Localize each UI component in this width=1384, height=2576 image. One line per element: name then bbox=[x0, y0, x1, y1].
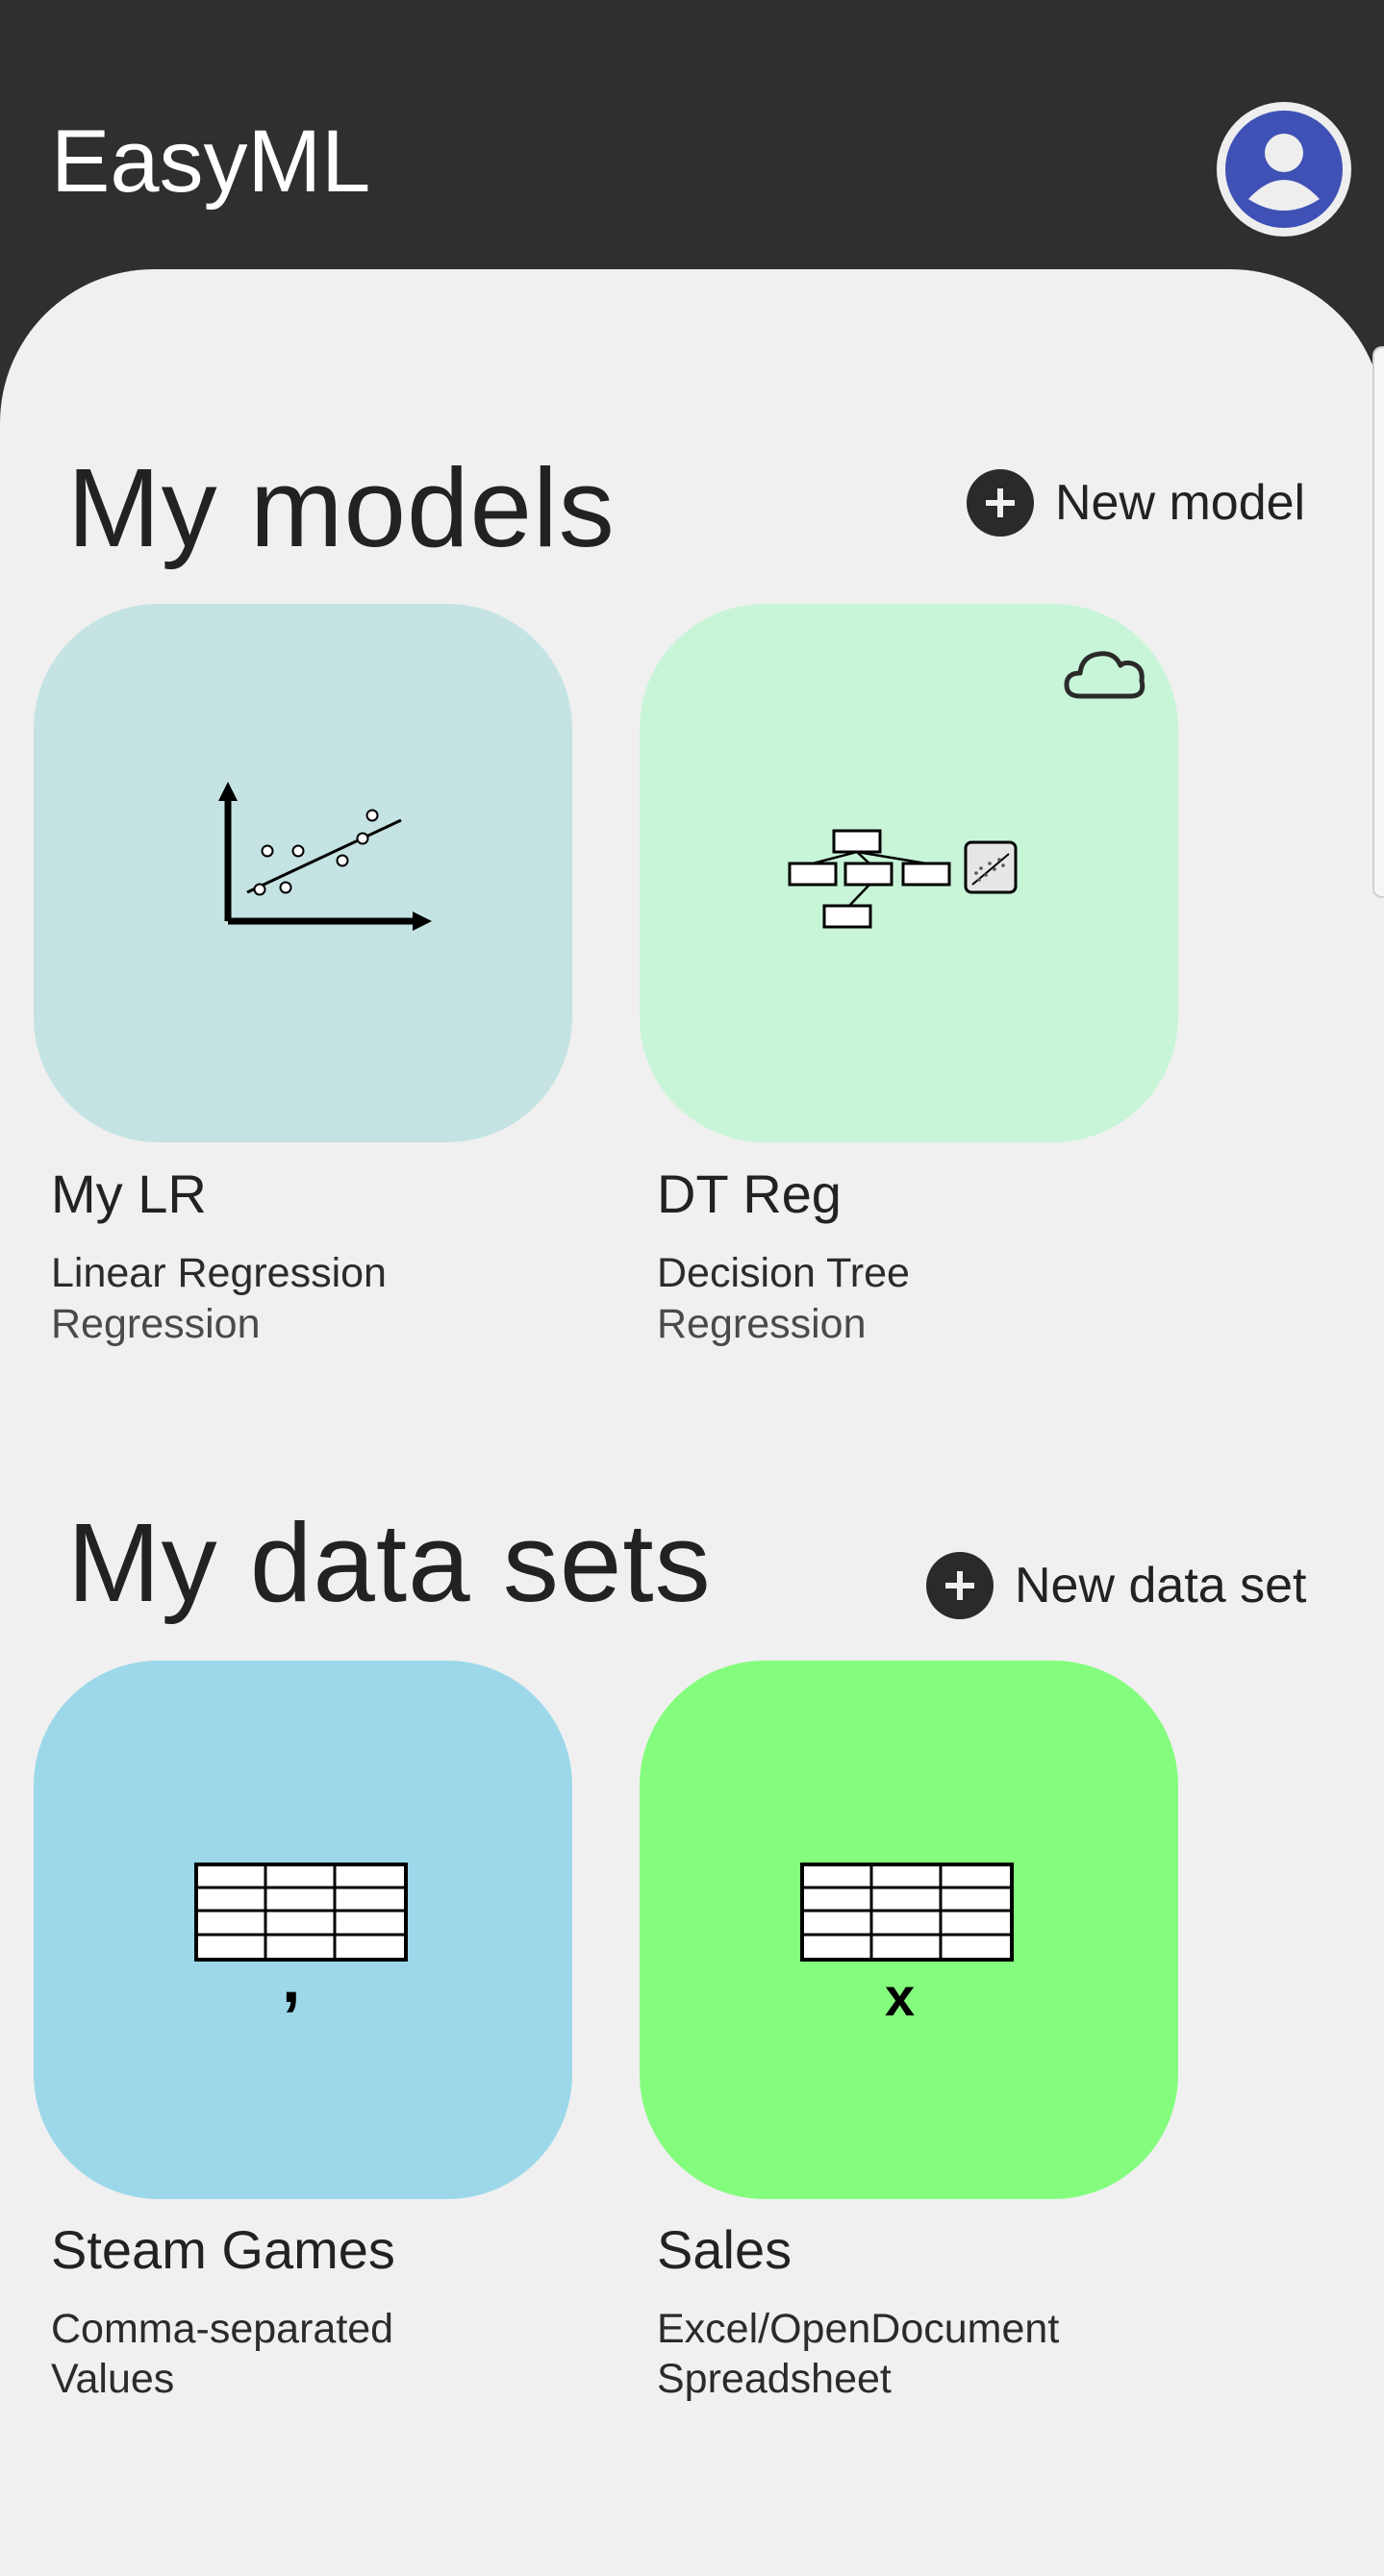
table-icon bbox=[800, 1863, 1014, 1962]
scrollbar[interactable] bbox=[1372, 346, 1384, 898]
decision-tree-icon bbox=[788, 829, 1018, 929]
add-icon bbox=[926, 1552, 994, 1619]
spreadsheet-glyph: x bbox=[885, 1966, 916, 2027]
app-title: EasyML bbox=[51, 113, 371, 211]
new-dataset-button[interactable]: New data set bbox=[926, 1552, 1307, 1619]
dataset-name: Steam Games bbox=[51, 2219, 395, 2280]
table-icon bbox=[194, 1863, 408, 1962]
model-card-my-lr[interactable] bbox=[34, 604, 572, 1142]
csv-glyph: , bbox=[282, 1941, 301, 2016]
account-circle-icon bbox=[1225, 111, 1343, 228]
scatter-plot-icon bbox=[218, 782, 432, 931]
model-card-dt-reg[interactable] bbox=[640, 604, 1178, 1142]
cloud-icon bbox=[1064, 651, 1145, 699]
model-task: Regression bbox=[657, 1301, 867, 1347]
dataset-card-sales[interactable]: x bbox=[640, 1661, 1178, 2199]
dataset-card-steam-games[interactable]: , bbox=[34, 1661, 572, 2199]
dataset-format: Excel/OpenDocument Spreadsheet bbox=[657, 2306, 1060, 2402]
dataset-format: Comma-separated Values bbox=[51, 2306, 394, 2402]
new-dataset-label: New data set bbox=[1015, 1558, 1307, 1613]
model-algorithm: Decision Tree bbox=[657, 1250, 910, 1296]
add-icon bbox=[967, 469, 1034, 537]
model-algorithm: Linear Regression bbox=[51, 1250, 387, 1296]
new-model-label: New model bbox=[1055, 475, 1306, 531]
model-name: My LR bbox=[51, 1163, 207, 1224]
models-section-title: My models bbox=[67, 445, 616, 570]
datasets-section-title: My data sets bbox=[67, 1500, 712, 1625]
new-model-button[interactable]: New model bbox=[967, 469, 1305, 537]
model-name: DT Reg bbox=[657, 1163, 842, 1224]
avatar-button[interactable] bbox=[1217, 102, 1351, 237]
dataset-name: Sales bbox=[657, 2219, 793, 2280]
model-task: Regression bbox=[51, 1301, 261, 1347]
